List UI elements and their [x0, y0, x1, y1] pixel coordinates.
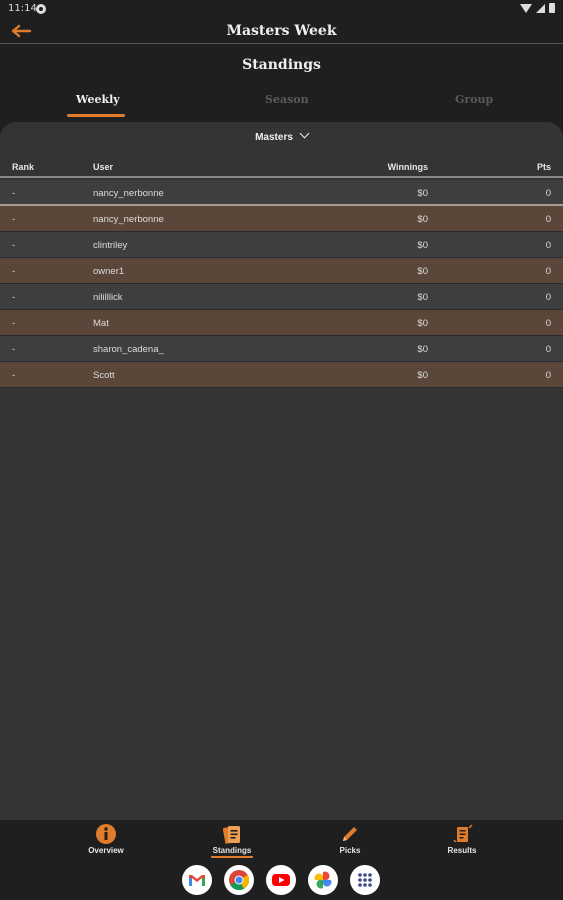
table-row[interactable]: - nililllick $0 0	[0, 284, 563, 310]
pts-cell: 0	[545, 188, 551, 199]
rank-cell: -	[12, 188, 16, 199]
table-header: Rank User Winnings Pts	[0, 158, 563, 178]
status-icons	[520, 3, 555, 13]
rank-cell: -	[12, 266, 16, 277]
pts-cell: 0	[545, 344, 551, 355]
battery-icon	[549, 3, 555, 13]
winnings-cell: $0	[417, 266, 428, 277]
table-row[interactable]: - owner1 $0 0	[0, 258, 563, 284]
chevron-down-icon	[299, 128, 310, 139]
app-bar: Masters Week	[0, 18, 563, 44]
header-user: User	[93, 162, 114, 172]
app-title: Masters Week	[226, 23, 337, 39]
event-dropdown[interactable]: Masters	[0, 128, 563, 143]
nav-picks[interactable]: Picks	[315, 823, 385, 855]
rank-cell: -	[12, 344, 16, 355]
event-dropdown-value: Masters	[255, 132, 293, 143]
info-icon	[96, 824, 116, 844]
table-row[interactable]: - nancy_nerbonne $0 0	[0, 180, 563, 206]
user-cell: nancy_nerbonne	[93, 188, 164, 199]
winnings-cell: $0	[417, 214, 428, 225]
winnings-cell: $0	[417, 240, 428, 251]
standings-card: Masters Rank User Winnings Pts - nancy_n…	[0, 122, 563, 819]
active-nav-indicator	[211, 856, 253, 858]
pts-cell: 0	[545, 214, 551, 225]
user-cell: clintriley	[93, 240, 128, 251]
nav-picks-label: Picks	[339, 846, 361, 855]
pts-cell: 0	[545, 370, 551, 381]
pts-cell: 0	[545, 266, 551, 277]
table-row[interactable]: - Scott $0 0	[0, 362, 563, 388]
status-time: 11:14	[8, 3, 37, 14]
results-icon	[453, 824, 473, 843]
tab-weekly[interactable]: Weekly	[76, 93, 120, 106]
pts-cell: 0	[545, 240, 551, 251]
header-pts: Pts	[536, 162, 551, 172]
user-cell: nililllick	[93, 292, 123, 303]
wifi-icon	[520, 3, 532, 13]
user-cell: nancy_nerbonne	[93, 214, 164, 225]
table-row[interactable]: - Mat $0 0	[0, 310, 563, 336]
nav-results[interactable]: Results	[427, 823, 497, 855]
table-row[interactable]: - clintriley $0 0	[0, 232, 563, 258]
tab-group[interactable]: Group	[455, 93, 493, 106]
winnings-cell: $0	[417, 344, 428, 355]
app-drawer-icon[interactable]	[350, 865, 380, 895]
pts-cell: 0	[545, 318, 551, 329]
rank-cell: -	[12, 370, 16, 381]
photos-icon[interactable]	[308, 865, 338, 895]
user-cell: owner1	[93, 266, 125, 277]
pts-cell: 0	[545, 292, 551, 303]
user-cell: Mat	[93, 318, 109, 329]
signal-icon	[536, 3, 545, 13]
status-bar: 11:14	[0, 0, 563, 18]
nav-overview[interactable]: Overview	[71, 823, 141, 855]
chrome-icon[interactable]	[224, 865, 254, 895]
notification-icon	[36, 4, 46, 14]
rank-cell: -	[12, 240, 16, 251]
user-cell: Scott	[93, 370, 115, 381]
active-tab-indicator	[67, 114, 125, 117]
page-title: Standings	[242, 57, 321, 73]
bottom-nav: Overview Standings Picks Results	[0, 819, 563, 862]
rank-cell: -	[12, 214, 16, 225]
nav-results-label: Results	[447, 846, 477, 855]
nav-standings-label: Standings	[212, 846, 252, 855]
standings-tabs: Weekly Season Group	[0, 90, 563, 118]
nav-overview-label: Overview	[88, 846, 124, 855]
rank-cell: -	[12, 292, 16, 303]
pencil-icon	[343, 827, 357, 841]
youtube-icon[interactable]	[266, 865, 296, 895]
standings-rows: - nancy_nerbonne $0 0 - nancy_nerbonne $…	[0, 180, 563, 388]
nav-standings[interactable]: Standings	[197, 823, 267, 858]
table-row[interactable]: - sharon_cadena_ $0 0	[0, 336, 563, 362]
standings-icon	[222, 826, 240, 844]
winnings-cell: $0	[417, 370, 428, 381]
tab-season[interactable]: Season	[265, 93, 309, 106]
winnings-cell: $0	[417, 292, 428, 303]
header-winnings: Winnings	[387, 162, 428, 172]
winnings-cell: $0	[417, 318, 428, 329]
table-row[interactable]: - nancy_nerbonne $0 0	[0, 206, 563, 232]
gmail-icon[interactable]	[182, 865, 212, 895]
rank-cell: -	[12, 318, 16, 329]
winnings-cell: $0	[417, 188, 428, 199]
header-rank: Rank	[12, 162, 35, 172]
system-dock	[0, 862, 563, 900]
user-cell: sharon_cadena_	[93, 344, 164, 355]
